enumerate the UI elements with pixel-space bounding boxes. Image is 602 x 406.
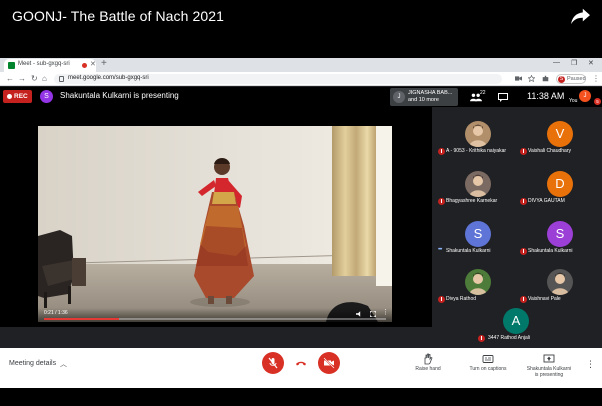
raise-hand-button[interactable]: Raise hand: [411, 366, 445, 372]
profile-chip[interactable]: S Paused: [556, 74, 586, 84]
other-viewers-chip[interactable]: J JIGNASHA BAB... and 10 more: [390, 88, 458, 106]
presenting-status-line2: is presenting: [534, 372, 564, 378]
participant-tile[interactable]: A - 9053 - Krithika naiyakar: [436, 113, 520, 161]
minimize-icon[interactable]: —: [553, 59, 560, 66]
participant-count: 22: [480, 90, 486, 96]
recording-badge: REC: [3, 90, 32, 103]
participant-photo: [465, 121, 491, 147]
participant-name: Vaishali Chaudhary: [528, 148, 571, 154]
participant-tile[interactable]: A 3447 Rathod Anjali: [474, 300, 558, 346]
participant-tile[interactable]: Bhagyashree Karnekar: [436, 163, 520, 211]
browser-toolbar: ← → ↻ ⌂ meet.google.com/sub-gxgq-sri S P…: [0, 72, 602, 86]
url-text: meet.google.com/sub-gxgq-sri: [68, 75, 149, 81]
bookmark-star-icon[interactable]: [528, 75, 535, 82]
hang-up-icon: [296, 361, 306, 366]
volume-icon[interactable]: [356, 311, 363, 317]
participant-tile[interactable]: S Shakuntala Kulkarni: [518, 213, 602, 261]
participant-name: Bhagyashree Karnekar: [446, 198, 498, 204]
presenter-status: Shakuntala Kulkarni is presenting: [60, 91, 179, 100]
new-tab-button[interactable]: +: [101, 58, 107, 69]
restore-icon[interactable]: ❐: [571, 59, 577, 67]
profile-status: Paused: [567, 76, 586, 82]
mic-toggle-button[interactable]: [262, 352, 284, 374]
meet-favicon-icon: [8, 62, 15, 69]
more-options-icon[interactable]: ⋮: [586, 359, 595, 370]
meeting-clock: 11:38 AM: [527, 91, 565, 101]
mic-off-icon: [268, 357, 278, 369]
home-icon[interactable]: ⌂: [42, 74, 47, 84]
presented-video-frame[interactable]: [38, 126, 392, 322]
tab-strip: Meet - sub-gxgq-sri ✕ + — ❐ ✕: [0, 58, 602, 72]
chevron-up-icon[interactable]: ︿: [60, 359, 67, 369]
participant-photo: [465, 171, 491, 197]
fullscreen-icon[interactable]: [370, 311, 376, 317]
leave-call-button[interactable]: [290, 352, 312, 374]
participant-tile[interactable]: V Vaishali Chaudhary: [518, 113, 602, 161]
share-icon[interactable]: [570, 7, 592, 25]
meeting-details-button[interactable]: Meeting details: [9, 360, 56, 367]
participant-photo: [547, 269, 573, 295]
recording-dot-icon: [82, 63, 87, 68]
tab-meet[interactable]: Meet - sub-gxgq-sri ✕: [4, 59, 96, 72]
captions-button[interactable]: Turn on captions: [464, 366, 512, 372]
participant-name: Shakuntala Kulkarni: [528, 248, 573, 254]
participant-avatar: S: [465, 221, 491, 247]
tab-close-icon[interactable]: ✕: [90, 60, 96, 68]
screen: GOONJ- The Battle of Nach 2021 Meet - su…: [0, 0, 602, 406]
participant-avatar: A: [503, 308, 529, 334]
raise-hand-icon[interactable]: [422, 353, 434, 365]
profile-avatar: S: [558, 76, 565, 83]
camera-off-icon: [323, 357, 335, 369]
player-title-bar: GOONJ- The Battle of Nach 2021: [0, 0, 602, 56]
viewer-name: JIGNASHA BAB...: [408, 90, 453, 96]
back-icon[interactable]: ←: [6, 74, 14, 84]
chat-icon[interactable]: [498, 93, 508, 102]
address-bar[interactable]: meet.google.com/sub-gxgq-sri: [54, 74, 502, 84]
player-bottom-strip: [0, 388, 602, 406]
presenter-avatar: S: [40, 90, 53, 103]
video-timestamp: 0:21 / 1:36: [44, 310, 68, 316]
captions-icon[interactable]: [482, 353, 494, 365]
notification-badge: 5: [594, 98, 601, 105]
camera-in-use-icon[interactable]: [515, 75, 522, 82]
participant-avatar: S: [547, 221, 573, 247]
self-avatar[interactable]: J: [579, 90, 591, 102]
reload-icon[interactable]: ↻: [31, 74, 38, 84]
viewer-more: and 10 more: [408, 97, 439, 103]
participant-name: DIVYA GAUTAM: [528, 198, 565, 204]
viewer-avatar: J: [393, 91, 405, 103]
browser-menu-icon[interactable]: ⋮: [592, 74, 600, 83]
forward-icon[interactable]: →: [18, 74, 26, 84]
participant-avatar: V: [547, 121, 573, 147]
video-progress-bar[interactable]: [44, 318, 386, 320]
participant-name: Shakuntala Kulkarni: [446, 248, 491, 254]
participant-name: 3447 Rathod Anjali: [488, 335, 530, 341]
video-menu-icon[interactable]: ⋮: [382, 308, 389, 316]
camera-toggle-button[interactable]: [318, 352, 340, 374]
participant-tile[interactable]: S ••• Shakuntala Kulkarni: [436, 213, 520, 261]
participant-name: A - 9053 - Krithika naiyakar: [446, 148, 507, 154]
meet-info-bar: REC S Shakuntala Kulkarni is presenting: [0, 87, 602, 107]
participant-photo: [465, 269, 491, 295]
window-close-icon[interactable]: ✕: [588, 59, 594, 67]
extensions-icon[interactable]: [542, 75, 549, 82]
video-progress-fill: [44, 318, 120, 320]
lock-icon: [59, 76, 64, 82]
self-label: You: [569, 98, 578, 104]
present-screen-icon[interactable]: [543, 353, 555, 365]
participant-tile[interactable]: D DIVYA GAUTAM: [518, 163, 602, 211]
video-title: GOONJ- The Battle of Nach 2021: [12, 8, 225, 24]
tab-title: Meet - sub-gxgq-sri: [18, 61, 70, 67]
participant-avatar: D: [547, 171, 573, 197]
